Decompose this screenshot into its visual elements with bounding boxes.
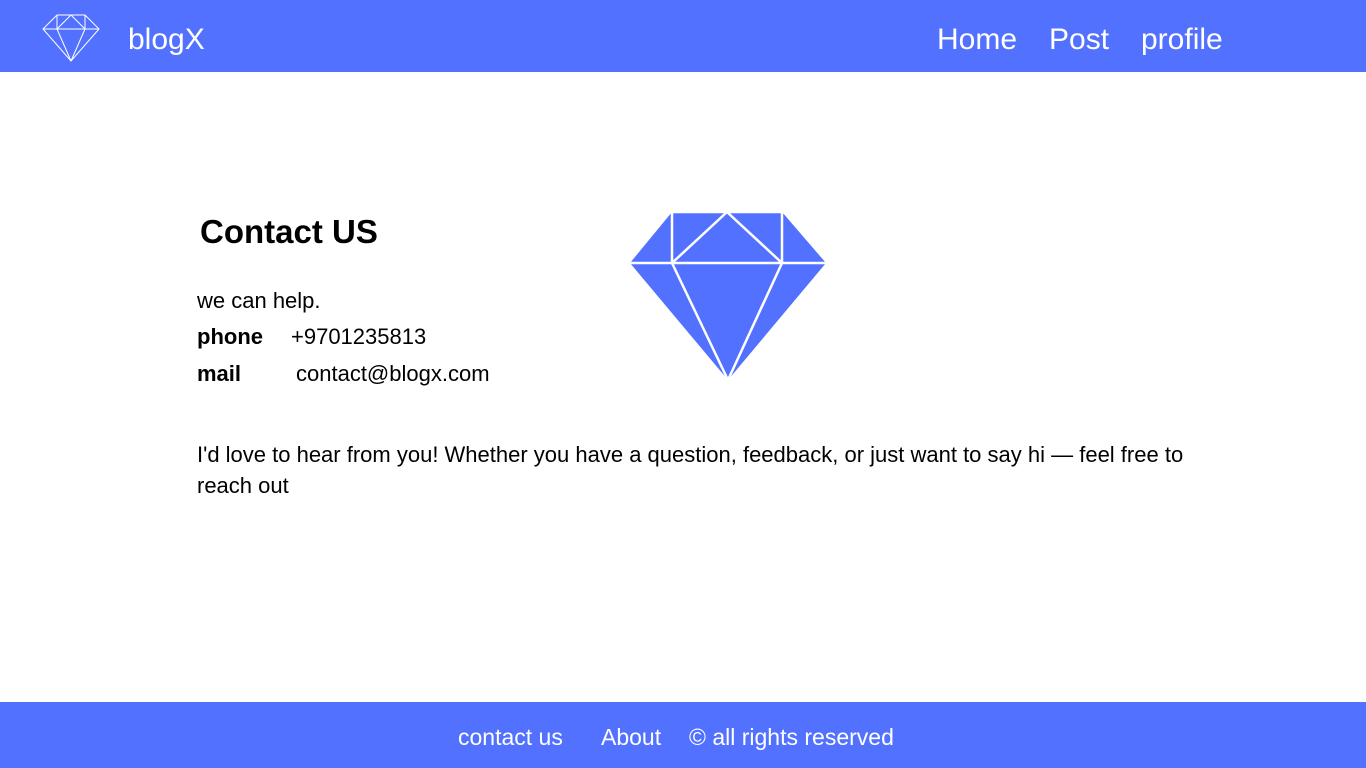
footer-contact-link[interactable]: contact us: [458, 722, 563, 752]
mail-label: mail: [197, 361, 242, 386]
phone-label: phone: [197, 324, 263, 349]
mail-value: contact@blogx.com: [296, 361, 490, 386]
brand-link[interactable]: blogX: [128, 20, 205, 60]
page-title: Contact US: [200, 213, 378, 250]
copyright-text: © all rights reserved: [689, 724, 894, 750]
intro-text: we can help.: [197, 288, 321, 313]
diamond-icon: [630, 210, 826, 381]
top-nav-bar: blogX Home Post profile: [0, 0, 1366, 72]
nav-profile-link[interactable]: profile: [1141, 20, 1223, 60]
nav-post-link[interactable]: Post: [1049, 20, 1109, 60]
diamond-logo-icon[interactable]: [42, 13, 100, 63]
nav-home-link[interactable]: Home: [937, 20, 1017, 60]
footer-about-link[interactable]: About: [601, 722, 661, 752]
phone-value: +9701235813: [291, 324, 427, 349]
footer-bar: contact us About © all rights reserved: [0, 702, 1366, 768]
contact-message: I'd love to hear from you! Whether you h…: [197, 442, 1184, 498]
